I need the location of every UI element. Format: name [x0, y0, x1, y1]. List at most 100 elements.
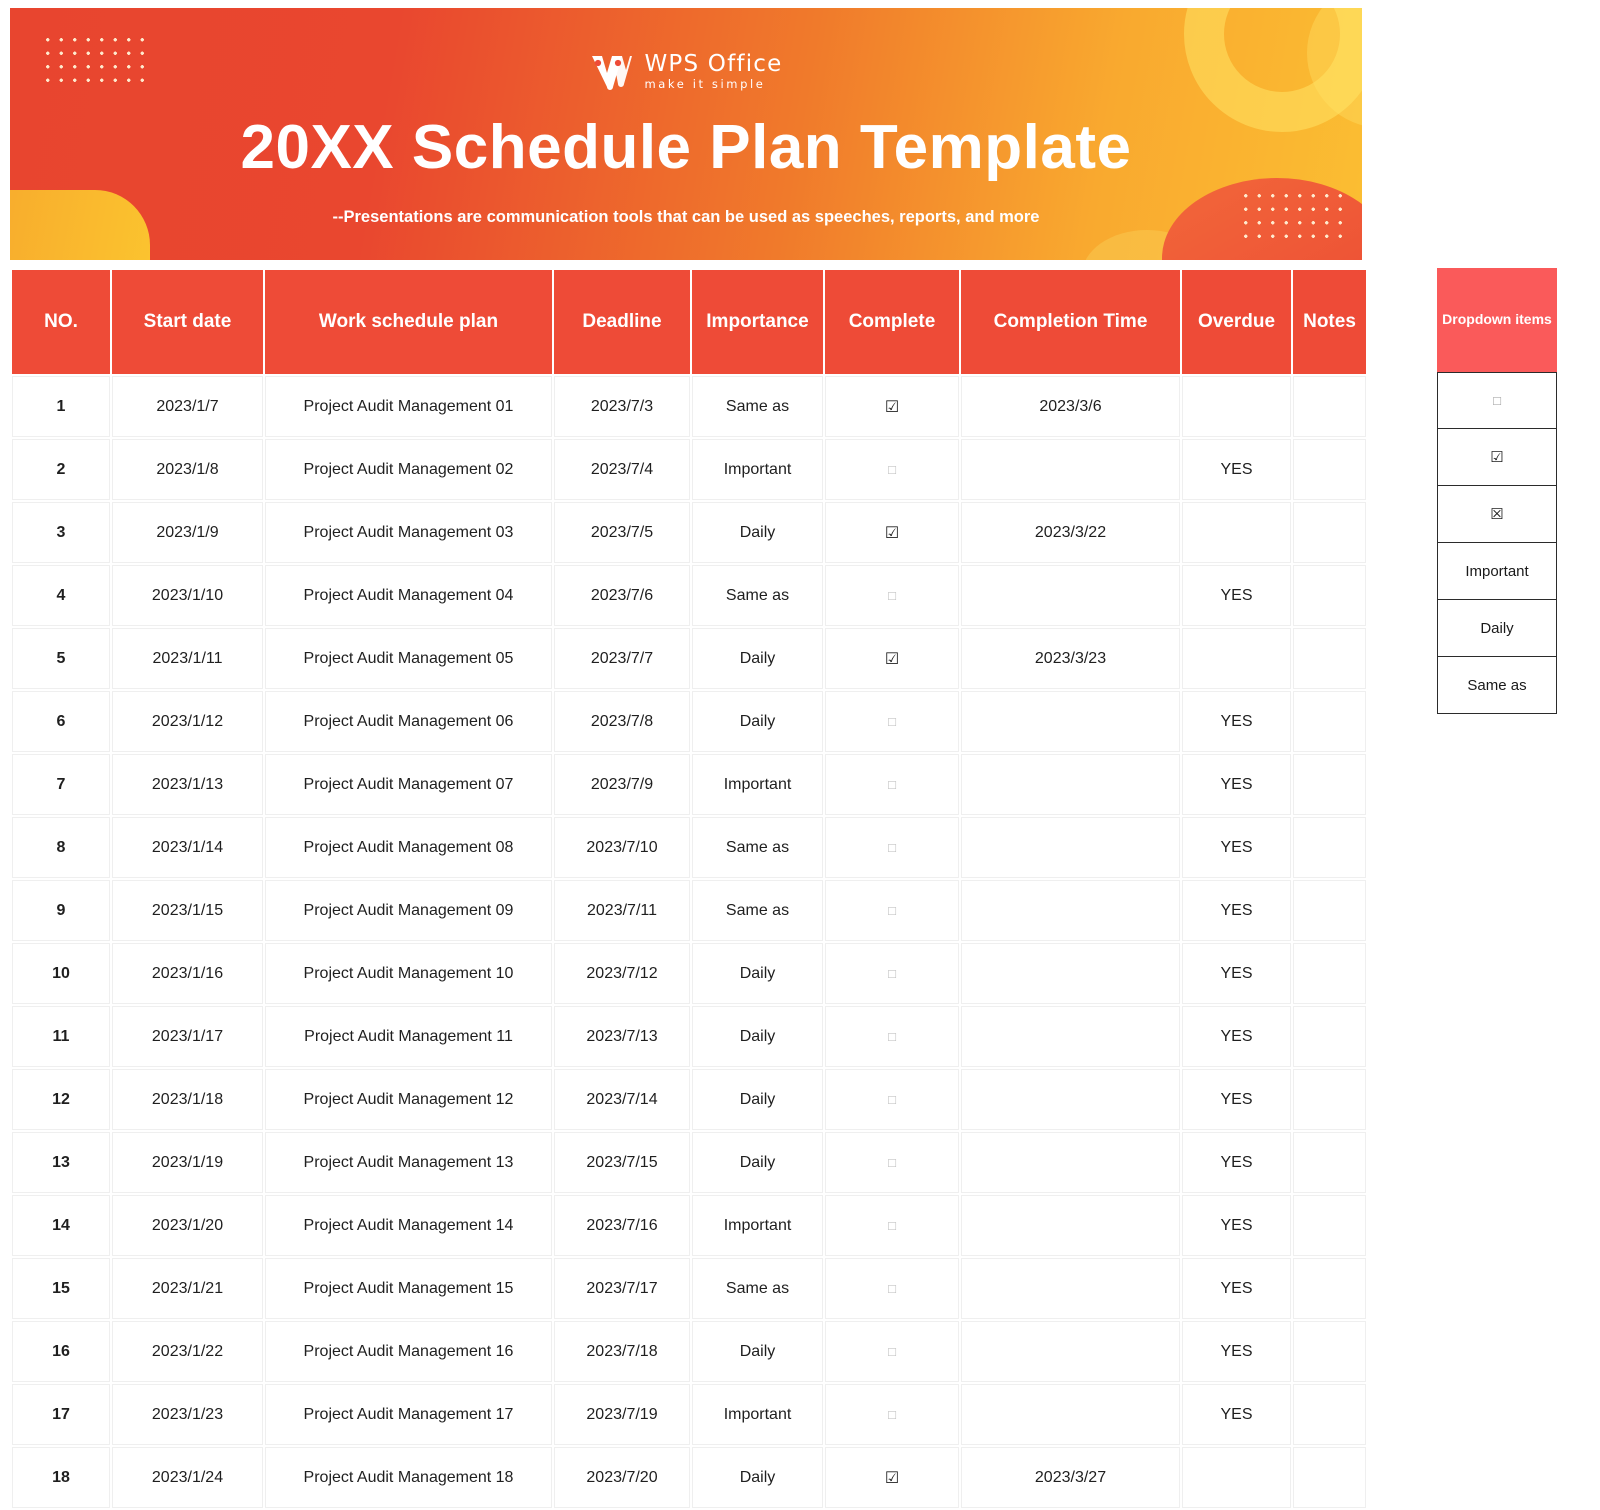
cell-complete-checkbox[interactable]: □ [825, 691, 959, 752]
table-row[interactable]: 17 2023/1/23 Project Audit Management 17 20… [12, 1384, 1366, 1445]
table-row[interactable]: 7 2023/1/13 Project Audit Management 07 202… [12, 754, 1366, 815]
cell-completion-time: 2023/3/23 [961, 628, 1180, 689]
cell-complete-checkbox[interactable]: □ [825, 880, 959, 941]
cell-notes [1293, 502, 1366, 563]
cell-complete-checkbox[interactable]: □ [825, 1258, 959, 1319]
cell-complete-checkbox[interactable]: □ [825, 943, 959, 1004]
cell-importance[interactable]: Important [692, 754, 823, 815]
cell-complete-checkbox[interactable]: □ [825, 565, 959, 626]
cell-importance[interactable]: Daily [692, 1447, 823, 1508]
cell-complete-checkbox[interactable]: ☑ [825, 628, 959, 689]
cell-importance[interactable]: Same as [692, 565, 823, 626]
column-header-completion-time[interactable]: Completion Time [961, 270, 1180, 374]
table-row[interactable]: 3 2023/1/9 Project Audit Management 03 2023… [12, 502, 1366, 563]
dropdown-item-glyph-checked-checkbox[interactable]: ☑ [1437, 429, 1557, 486]
cell-importance[interactable]: Daily [692, 1069, 823, 1130]
table-row[interactable]: 9 2023/1/15 Project Audit Management 09 202… [12, 880, 1366, 941]
cell-importance[interactable]: Daily [692, 1006, 823, 1067]
table-row[interactable]: 14 2023/1/20 Project Audit Management 14 20… [12, 1195, 1366, 1256]
cell-work-schedule-plan: Project Audit Management 07 [265, 754, 552, 815]
cell-importance[interactable]: Daily [692, 1132, 823, 1193]
cell-importance[interactable]: Daily [692, 691, 823, 752]
cell-importance[interactable]: Daily [692, 943, 823, 1004]
cell-completion-time [961, 1006, 1180, 1067]
cell-complete-checkbox[interactable]: □ [825, 1069, 959, 1130]
column-header-overdue[interactable]: Overdue [1182, 270, 1291, 374]
cell-complete-checkbox[interactable]: □ [825, 817, 959, 878]
cell-overdue: YES [1182, 565, 1291, 626]
cell-start-date: 2023/1/19 [112, 1132, 263, 1193]
cell-work-schedule-plan: Project Audit Management 02 [265, 439, 552, 500]
column-header-start-date[interactable]: Start date [112, 270, 263, 374]
cell-importance[interactable]: Same as [692, 817, 823, 878]
table-row[interactable]: 18 2023/1/24 Project Audit Management 18 20… [12, 1447, 1366, 1508]
table-row[interactable]: 8 2023/1/14 Project Audit Management 08 202… [12, 817, 1366, 878]
cell-complete-checkbox[interactable]: □ [825, 1132, 959, 1193]
cell-complete-checkbox[interactable]: ☑ [825, 1447, 959, 1508]
table-row[interactable]: 16 2023/1/22 Project Audit Management 16 20… [12, 1321, 1366, 1382]
table-row[interactable]: 11 2023/1/17 Project Audit Management 11 20… [12, 1006, 1366, 1067]
cell-overdue [1182, 502, 1291, 563]
dropdown-item-text[interactable]: Same as [1437, 657, 1557, 714]
cell-start-date: 2023/1/24 [112, 1447, 263, 1508]
cell-completion-time [961, 691, 1180, 752]
column-header-notes[interactable]: Notes [1293, 270, 1366, 374]
table-row[interactable]: 4 2023/1/10 Project Audit Management 04 202… [12, 565, 1366, 626]
dropdown-item-glyph-crossed-checkbox[interactable]: ☒ [1437, 486, 1557, 543]
table-row[interactable]: 13 2023/1/19 Project Audit Management 13 20… [12, 1132, 1366, 1193]
dropdown-item-text[interactable]: Important [1437, 543, 1557, 600]
cell-no: 3 [12, 502, 110, 563]
cell-start-date: 2023/1/9 [112, 502, 263, 563]
cell-importance[interactable]: Daily [692, 1321, 823, 1382]
cell-completion-time [961, 943, 1180, 1004]
table-row[interactable]: 10 2023/1/16 Project Audit Management 10 20… [12, 943, 1366, 1004]
cell-notes [1293, 943, 1366, 1004]
cell-importance[interactable]: Same as [692, 1258, 823, 1319]
column-header-importance[interactable]: Importance [692, 270, 823, 374]
cell-complete-checkbox[interactable]: □ [825, 1195, 959, 1256]
column-header-work-schedule[interactable]: Work schedule plan [265, 270, 552, 374]
cell-overdue: YES [1182, 691, 1291, 752]
column-header-no[interactable]: NO. [12, 270, 110, 374]
cell-start-date: 2023/1/13 [112, 754, 263, 815]
cell-importance[interactable]: Important [692, 1384, 823, 1445]
dropdown-items-header: Dropdown items [1437, 268, 1557, 372]
dropdown-item-glyph-empty-checkbox[interactable]: □ [1437, 372, 1557, 429]
cell-importance[interactable]: Important [692, 1195, 823, 1256]
cell-start-date: 2023/1/8 [112, 439, 263, 500]
cell-deadline: 2023/7/10 [554, 817, 690, 878]
column-header-complete[interactable]: Complete [825, 270, 959, 374]
cell-no: 11 [12, 1006, 110, 1067]
cell-complete-checkbox[interactable]: □ [825, 1006, 959, 1067]
dropdown-item-text[interactable]: Daily [1437, 600, 1557, 657]
cell-deadline: 2023/7/16 [554, 1195, 690, 1256]
table-row[interactable]: 6 2023/1/12 Project Audit Management 06 202… [12, 691, 1366, 752]
cell-importance[interactable]: Same as [692, 376, 823, 437]
cell-overdue: YES [1182, 754, 1291, 815]
schedule-sheet: NO. Start date Work schedule plan Deadli… [10, 268, 1366, 1510]
table-row[interactable]: 1 2023/1/7 Project Audit Management 01 2023… [12, 376, 1366, 437]
cell-complete-checkbox[interactable]: ☑ [825, 376, 959, 437]
cell-complete-checkbox[interactable]: □ [825, 754, 959, 815]
cell-notes [1293, 1132, 1366, 1193]
cell-importance[interactable]: Daily [692, 502, 823, 563]
cell-complete-checkbox[interactable]: □ [825, 1384, 959, 1445]
table-row[interactable]: 12 2023/1/18 Project Audit Management 12 20… [12, 1069, 1366, 1130]
cell-importance[interactable]: Daily [692, 628, 823, 689]
cell-complete-checkbox[interactable]: □ [825, 439, 959, 500]
cell-work-schedule-plan: Project Audit Management 05 [265, 628, 552, 689]
cell-complete-checkbox[interactable]: ☑ [825, 502, 959, 563]
page-title: 20XX Schedule Plan Template [240, 113, 1132, 182]
cell-importance[interactable]: Important [692, 439, 823, 500]
cell-completion-time [961, 439, 1180, 500]
table-row[interactable]: 2 2023/1/8 Project Audit Management 02 2023… [12, 439, 1366, 500]
cell-completion-time [961, 565, 1180, 626]
table-row[interactable]: 15 2023/1/21 Project Audit Management 15 20… [12, 1258, 1366, 1319]
cell-importance[interactable]: Same as [692, 880, 823, 941]
cell-no: 14 [12, 1195, 110, 1256]
header-banner: WPS Office make it simple 20XX Schedule … [10, 8, 1362, 260]
column-header-deadline[interactable]: Deadline [554, 270, 690, 374]
cell-complete-checkbox[interactable]: □ [825, 1321, 959, 1382]
cell-overdue: YES [1182, 943, 1291, 1004]
table-row[interactable]: 5 2023/1/11 Project Audit Management 05 202… [12, 628, 1366, 689]
